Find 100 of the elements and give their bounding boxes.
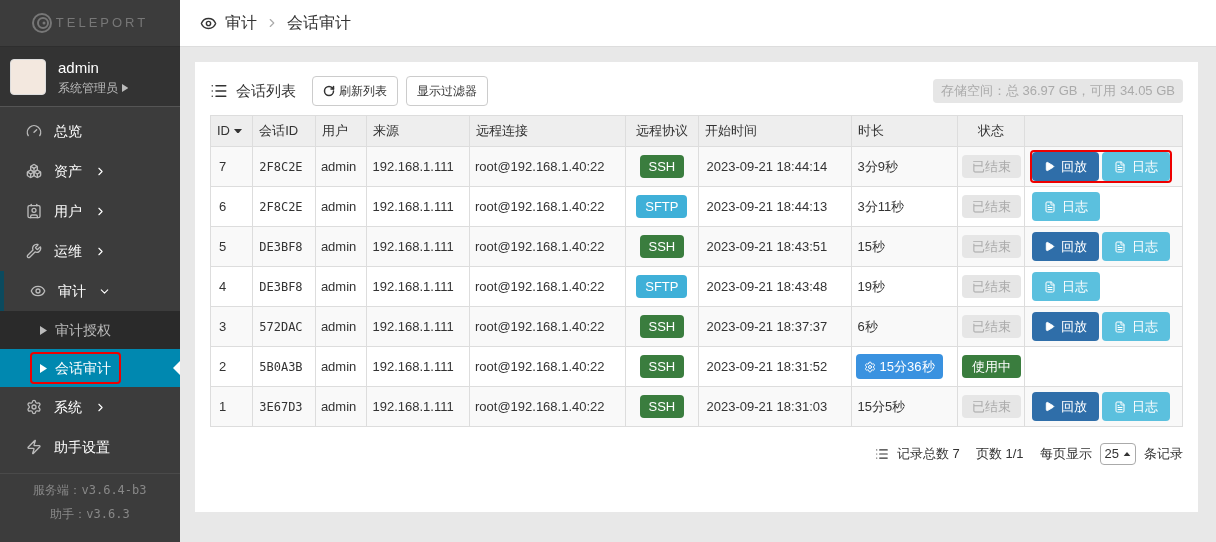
duration-text: 15秒 [856, 238, 887, 254]
duration-badge: 15分36秒 [855, 353, 943, 380]
table-cell: 1 [210, 386, 253, 427]
play-icon [1044, 401, 1055, 412]
user-role[interactable]: 系统管理员 [58, 79, 129, 96]
table-cell: 4 [210, 266, 253, 307]
contact-card-icon [26, 203, 42, 219]
nav-item[interactable]: 资产 [0, 151, 180, 191]
table-cell: 7 [210, 146, 253, 187]
eye-icon [30, 283, 46, 299]
wrench-icon [26, 243, 42, 259]
status-badge: 使用中 [961, 354, 1021, 379]
table-cell: root@192.168.1.40:22 [469, 346, 626, 387]
page-size-dropdown[interactable]: 25 [1099, 443, 1136, 465]
per-page-label: 每页显示 [1039, 445, 1092, 464]
table-cell: 192.168.1.111 [366, 146, 470, 187]
cubes-icon [26, 163, 42, 179]
table-cell: 2F8C2E [252, 146, 316, 187]
page-count: 页数 1/1 [975, 445, 1024, 464]
table-cell: admin [315, 346, 367, 387]
nav-item[interactable]: 助手设置 [0, 427, 180, 467]
replay-button[interactable]: 回放 [1032, 152, 1099, 181]
replay-button[interactable]: 回放 [1032, 232, 1099, 261]
table-cell: admin [315, 386, 367, 427]
sort-caret-icon [234, 128, 242, 134]
breadcrumb-item: 会话审计 [287, 13, 351, 33]
spiral-logo-icon [31, 13, 52, 33]
table-cell: 5B0A3B [252, 346, 316, 387]
refresh-button[interactable]: 刷新列表 [312, 76, 398, 106]
table-cell: 3E67D3 [252, 386, 316, 427]
record-count: 记录总数 7 [897, 445, 960, 464]
table-cell: 2023-09-21 18:31:03 [698, 386, 852, 427]
caret-right-icon [40, 363, 48, 373]
nav-item[interactable]: 总览 [0, 111, 180, 151]
table-cell: root@192.168.1.40:22 [469, 386, 626, 427]
protocol-badge: SSH [639, 234, 685, 259]
table-cell: 2023-09-21 18:43:51 [698, 226, 852, 267]
table-cell: admin [315, 146, 367, 187]
column-header: 开始时间 [698, 115, 852, 147]
duration-text: 3分11秒 [856, 198, 906, 214]
column-header: 来源 [366, 115, 470, 147]
table-cell: 192.168.1.111 [366, 186, 470, 227]
table-cell: root@192.168.1.40:22 [469, 146, 626, 187]
table-cell: root@192.168.1.40:22 [469, 266, 626, 307]
column-header[interactable]: ID [210, 115, 253, 147]
table-cell: 2 [210, 346, 253, 387]
version-text: 助手：v3.6.3 [50, 506, 130, 522]
nav-item[interactable]: 用户 [0, 191, 180, 231]
nav-item[interactable]: 会话审计 [30, 352, 122, 384]
breadcrumb-item[interactable]: 审计 [225, 11, 257, 35]
replay-button[interactable]: 回放 [1032, 392, 1099, 421]
filter-button[interactable]: 显示过滤器 [406, 76, 488, 106]
duration-text: 3分9秒 [856, 158, 900, 174]
table-cell: admin [315, 226, 367, 267]
table-cell: 2023-09-21 18:44:13 [698, 186, 852, 227]
column-header: 时长 [851, 115, 958, 147]
caret-up-icon [1123, 451, 1131, 457]
replay-button[interactable]: 回放 [1032, 312, 1099, 341]
play-icon [1044, 321, 1055, 332]
caret-right-icon [122, 83, 129, 92]
play-icon [1044, 241, 1055, 252]
protocol-badge: SSH [639, 154, 685, 179]
table-cell: 2023-09-21 18:31:52 [698, 346, 852, 387]
table-cell: 6 [210, 186, 253, 227]
duration-text: 15分5秒 [856, 398, 907, 414]
table-cell: 2023-09-21 18:44:14 [698, 146, 852, 187]
protocol-badge: SSH [639, 354, 685, 379]
table-cell: 2F8C2E [252, 186, 316, 227]
caret-right-icon [40, 325, 48, 335]
table-cell: 192.168.1.111 [366, 386, 470, 427]
table-cell: 192.168.1.111 [366, 306, 470, 347]
table-cell: 5 [210, 226, 253, 267]
gauge-icon [26, 123, 42, 139]
duration-text: 6秒 [856, 318, 879, 334]
protocol-badge: SSH [639, 394, 685, 419]
per-page-suffix: 条记录 [1144, 445, 1183, 464]
table-cell: 3 [210, 306, 253, 347]
column-header: 状态 [957, 115, 1025, 147]
panel-title: 会话列表 [236, 80, 296, 101]
bolt-icon [26, 439, 42, 455]
column-header: 会话ID [252, 115, 316, 147]
table-cell: root@192.168.1.40:22 [469, 306, 626, 347]
duration-text: 19秒 [856, 278, 887, 294]
table-cell: root@192.168.1.40:22 [469, 186, 626, 227]
column-header: 远程协议 [625, 115, 698, 147]
table-cell: admin [315, 306, 367, 347]
table-cell: DE3BF8 [252, 266, 316, 307]
column-header: 用户 [315, 115, 367, 147]
table-cell: 192.168.1.111 [366, 226, 470, 267]
nav-item[interactable]: 系统 [0, 387, 180, 427]
table-cell: 2023-09-21 18:43:48 [698, 266, 852, 307]
avatar-placeholder [10, 58, 46, 95]
table-cell: 2023-09-21 18:37:37 [698, 306, 852, 347]
gear-icon [863, 360, 876, 373]
table-cell: root@192.168.1.40:22 [469, 226, 626, 267]
gear-icon [26, 399, 42, 415]
protocol-badge: SSH [639, 314, 685, 339]
protocol-badge: SFTP [636, 194, 688, 219]
logo-text: TELEPORT [55, 14, 149, 33]
nav-item[interactable]: 运维 [0, 231, 180, 271]
